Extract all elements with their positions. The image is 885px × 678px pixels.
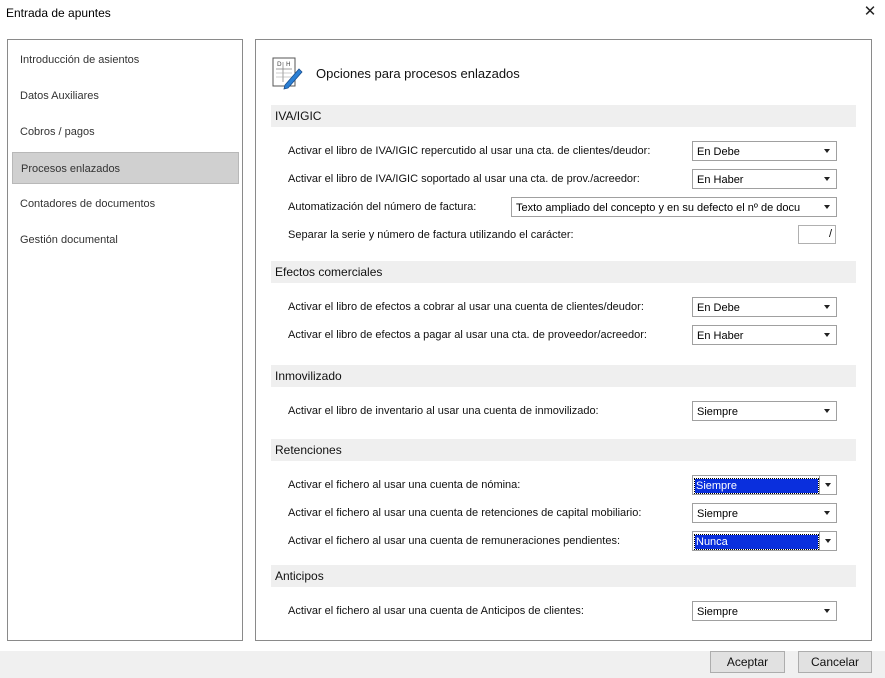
- inventario-label: Activar el libro de inventario al usar u…: [288, 405, 599, 417]
- inventario-value: Siempre: [697, 406, 738, 418]
- remuneraciones-label: Activar el fichero al usar una cuenta de…: [288, 535, 621, 547]
- nav-item-gestion-documental[interactable]: Gestión documental: [12, 224, 239, 256]
- svg-text:D: D: [277, 61, 282, 68]
- automatizacion-factura-select[interactable]: Texto ampliado del concepto y en su defe…: [511, 197, 837, 217]
- chevron-down-icon[interactable]: [819, 402, 836, 420]
- iva-repercutido-label: Activar el libro de IVA/IGIC repercutido…: [288, 145, 651, 157]
- chevron-down-icon[interactable]: [819, 532, 836, 550]
- chevron-down-icon[interactable]: [819, 170, 836, 188]
- efectos-pagar-select[interactable]: En Haber: [692, 325, 837, 345]
- separador-factura-label: Separar la serie y número de factura uti…: [288, 229, 574, 241]
- efectos-cobrar-select[interactable]: En Debe: [692, 297, 837, 317]
- iva-soportado-value: En Haber: [697, 174, 744, 186]
- chevron-down-icon[interactable]: [819, 326, 836, 344]
- page-title: Opciones para procesos enlazados: [316, 66, 520, 81]
- inventario-select[interactable]: Siempre: [692, 401, 837, 421]
- nomina-value: Siempre: [694, 478, 819, 494]
- nav-item-introduccion-asientos[interactable]: Introducción de asientos: [12, 44, 239, 76]
- document-edit-icon: D H: [272, 57, 303, 90]
- efectos-pagar-label: Activar el libro de efectos a pagar al u…: [288, 329, 647, 341]
- nomina-label: Activar el fichero al usar una cuenta de…: [288, 479, 521, 491]
- window-title: Entrada de apuntes: [6, 6, 111, 20]
- capital-mobiliario-select[interactable]: Siempre: [692, 503, 837, 523]
- svg-text:H: H: [286, 61, 291, 68]
- chevron-down-icon[interactable]: [819, 298, 836, 316]
- section-header-inmovilizado: Inmovilizado: [271, 365, 856, 387]
- options-panel: D H Opciones para procesos enlazados IVA…: [255, 39, 872, 641]
- chevron-down-icon[interactable]: [819, 602, 836, 620]
- section-header-efectos: Efectos comerciales: [271, 261, 856, 283]
- nav-item-datos-auxiliares[interactable]: Datos Auxiliares: [12, 80, 239, 112]
- iva-repercutido-select[interactable]: En Debe: [692, 141, 837, 161]
- efectos-pagar-value: En Haber: [697, 330, 744, 342]
- iva-soportado-select[interactable]: En Haber: [692, 169, 837, 189]
- remuneraciones-value: Nunca: [694, 534, 819, 550]
- capital-mobiliario-value: Siempre: [697, 508, 738, 520]
- automatizacion-factura-value: Texto ampliado del concepto y en su defe…: [516, 202, 801, 214]
- chevron-down-icon[interactable]: [819, 198, 836, 216]
- efectos-cobrar-value: En Debe: [697, 302, 740, 314]
- iva-repercutido-value: En Debe: [697, 146, 740, 158]
- anticipos-value: Siempre: [697, 606, 738, 618]
- separador-factura-input[interactable]: /: [798, 225, 836, 244]
- cancel-button[interactable]: Cancelar: [798, 651, 872, 673]
- section-header-iva: IVA/IGIC: [271, 105, 856, 127]
- chevron-down-icon[interactable]: [819, 476, 836, 494]
- nomina-select[interactable]: Siempre: [692, 475, 837, 495]
- efectos-cobrar-label: Activar el libro de efectos a cobrar al …: [288, 301, 644, 313]
- nav-item-contadores-documentos[interactable]: Contadores de documentos: [12, 188, 239, 220]
- nav-item-procesos-enlazados[interactable]: Procesos enlazados: [12, 152, 239, 184]
- chevron-down-icon[interactable]: [819, 142, 836, 160]
- automatizacion-factura-label: Automatización del número de factura:: [288, 201, 477, 213]
- anticipos-select[interactable]: Siempre: [692, 601, 837, 621]
- iva-soportado-label: Activar el libro de IVA/IGIC soportado a…: [288, 173, 640, 185]
- section-header-anticipos: Anticipos: [271, 565, 856, 587]
- accept-button[interactable]: Aceptar: [710, 651, 785, 673]
- nav-item-cobros-pagos[interactable]: Cobros / pagos: [12, 116, 239, 148]
- title-bar: Entrada de apuntes ✕: [0, 0, 885, 26]
- capital-mobiliario-label: Activar el fichero al usar una cuenta de…: [288, 507, 642, 519]
- anticipos-label: Activar el fichero al usar una cuenta de…: [288, 605, 584, 617]
- chevron-down-icon[interactable]: [819, 504, 836, 522]
- section-header-retenciones: Retenciones: [271, 439, 856, 461]
- close-icon[interactable]: ✕: [858, 2, 882, 22]
- sidebar-nav: Introducción de asientos Datos Auxiliare…: [7, 39, 243, 641]
- remuneraciones-select[interactable]: Nunca: [692, 531, 837, 551]
